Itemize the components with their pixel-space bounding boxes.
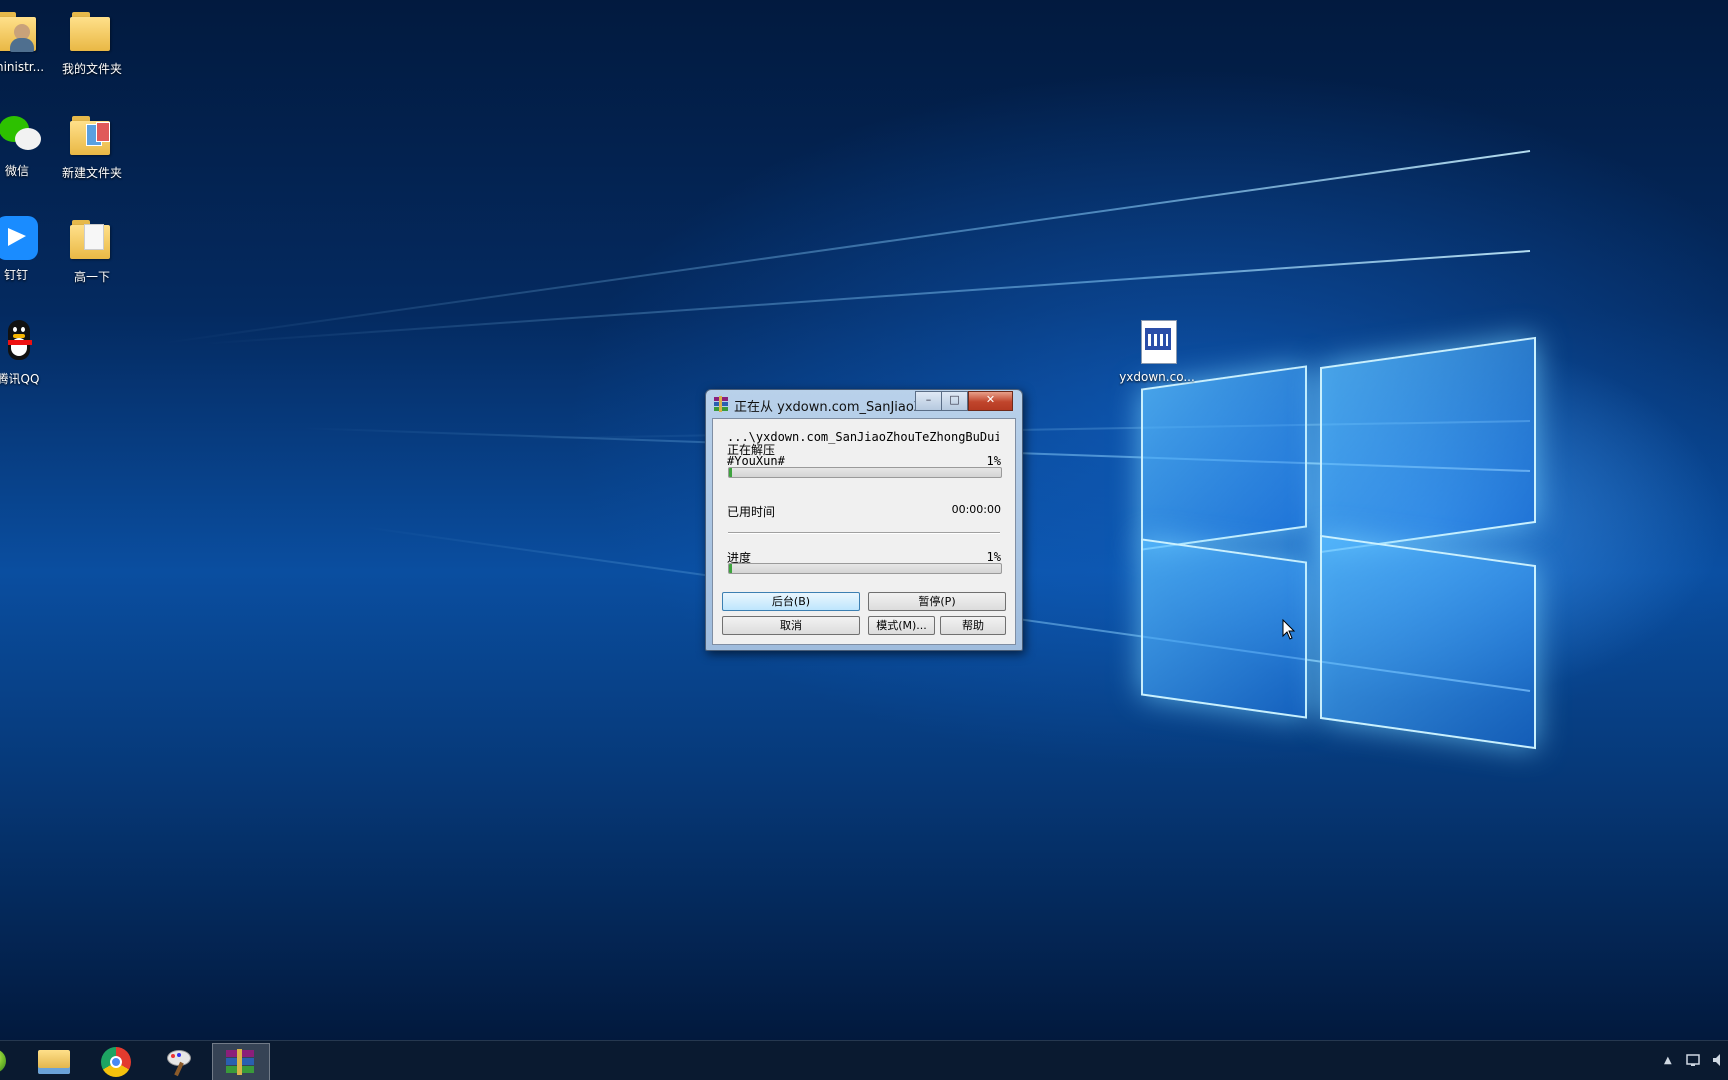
dialog-title: 正在从 yxdown.com_SanJiaoZ...: [734, 400, 936, 415]
file-progress-bar: [728, 467, 1002, 478]
paint-tool-icon: [165, 1048, 193, 1077]
chrome-icon: [101, 1047, 131, 1077]
folder-icon: [68, 8, 116, 56]
taskbar-paint-tool[interactable]: [151, 1043, 207, 1079]
desktop-icon-label: 钉钉: [3, 268, 28, 282]
elapsed-label: 已用时间: [727, 505, 776, 519]
elapsed-value: 00:00:00: [951, 503, 1001, 516]
desktop-icon-new-folder[interactable]: 新建文件夹: [54, 110, 130, 181]
total-progress-fill: [729, 564, 732, 573]
dingtalk-icon: [0, 214, 40, 262]
tray-arrow-icon[interactable]: ▲: [1664, 1055, 1672, 1066]
desktop-icon-label: yxdown.co...: [1119, 370, 1195, 384]
total-percent: 1%: [986, 550, 1001, 564]
mouse-cursor-icon: [1282, 618, 1296, 645]
start-button[interactable]: [0, 1043, 14, 1079]
mode-button[interactable]: 模式(M)...: [868, 616, 935, 635]
desktop-icon-my-folder[interactable]: 我的文件夹: [54, 6, 130, 77]
desktop-icon-wechat[interactable]: 微信: [0, 110, 55, 179]
pause-button[interactable]: 暂停(P): [868, 592, 1006, 611]
desktop-icon-qq[interactable]: 腾讯QQ: [0, 318, 56, 387]
desktop-icon-administrator[interactable]: ministr...: [0, 6, 56, 74]
total-progress-bar: [728, 563, 1002, 574]
taskbar-chrome[interactable]: [88, 1043, 144, 1079]
winrar-extract-dialog[interactable]: 正在从 yxdown.com_SanJiaoZ... – □ ✕ ...\yxd…: [705, 389, 1023, 651]
dialog-client-area: ...\yxdown.com_SanJiaoZhouTeZhongBuDui4_…: [712, 418, 1016, 645]
maximize-button[interactable]: □: [941, 391, 968, 411]
volume-icon[interactable]: [1712, 1053, 1726, 1070]
desktop-icon-label: 高一下: [73, 270, 110, 284]
divider: [728, 532, 1000, 534]
taskbar-file-explorer[interactable]: [25, 1043, 81, 1079]
network-icon[interactable]: [1686, 1053, 1702, 1070]
desktop-icon-label: 新建文件夹: [61, 166, 122, 180]
wechat-icon: [0, 110, 41, 158]
desktop-background: ministr... 我的文件夹 微信 新建文件夹 钉钉 高一下: [0, 0, 1728, 1040]
file-progress-fill: [729, 468, 732, 477]
minimize-icon: –: [925, 393, 932, 406]
desktop-icon-label: ministr...: [0, 60, 45, 74]
desktop-icon-label: 腾讯QQ: [0, 372, 40, 386]
winrar-icon: [225, 1049, 255, 1075]
installer-file-icon: [1133, 318, 1181, 366]
close-icon: ✕: [985, 393, 996, 406]
help-button[interactable]: 帮助: [940, 616, 1006, 635]
folder-icon: [68, 112, 116, 160]
maximize-icon: □: [949, 393, 960, 406]
desktop-icon-label: 微信: [4, 164, 29, 178]
desktop-icon-label: 我的文件夹: [61, 62, 122, 76]
desktop-icon-gaoyixia[interactable]: 高一下: [54, 214, 130, 285]
desktop-icon-dingtalk[interactable]: 钉钉: [0, 214, 54, 283]
file-percent: 1%: [986, 454, 1001, 468]
light-beam: [203, 250, 1531, 345]
background-button[interactable]: 后台(B): [722, 592, 860, 611]
close-button[interactable]: ✕: [968, 391, 1013, 411]
qq-icon: [0, 318, 42, 366]
light-beam: [163, 150, 1531, 345]
folder-icon: [68, 216, 116, 264]
current-file: #YouXun#: [727, 454, 785, 468]
taskbar-winrar[interactable]: [212, 1043, 270, 1080]
cancel-button[interactable]: 取消: [722, 616, 860, 635]
start-orb-icon: [0, 1049, 6, 1073]
winrar-icon: [713, 396, 729, 412]
file-explorer-icon: [38, 1050, 70, 1074]
taskbar: ▲: [0, 1040, 1728, 1080]
desktop-icon-yxdown-file[interactable]: yxdown.co...: [1119, 318, 1195, 384]
minimize-button[interactable]: –: [915, 391, 942, 411]
dialog-titlebar[interactable]: 正在从 yxdown.com_SanJiaoZ... – □ ✕: [706, 390, 1022, 417]
user-folder-icon: [0, 8, 42, 56]
